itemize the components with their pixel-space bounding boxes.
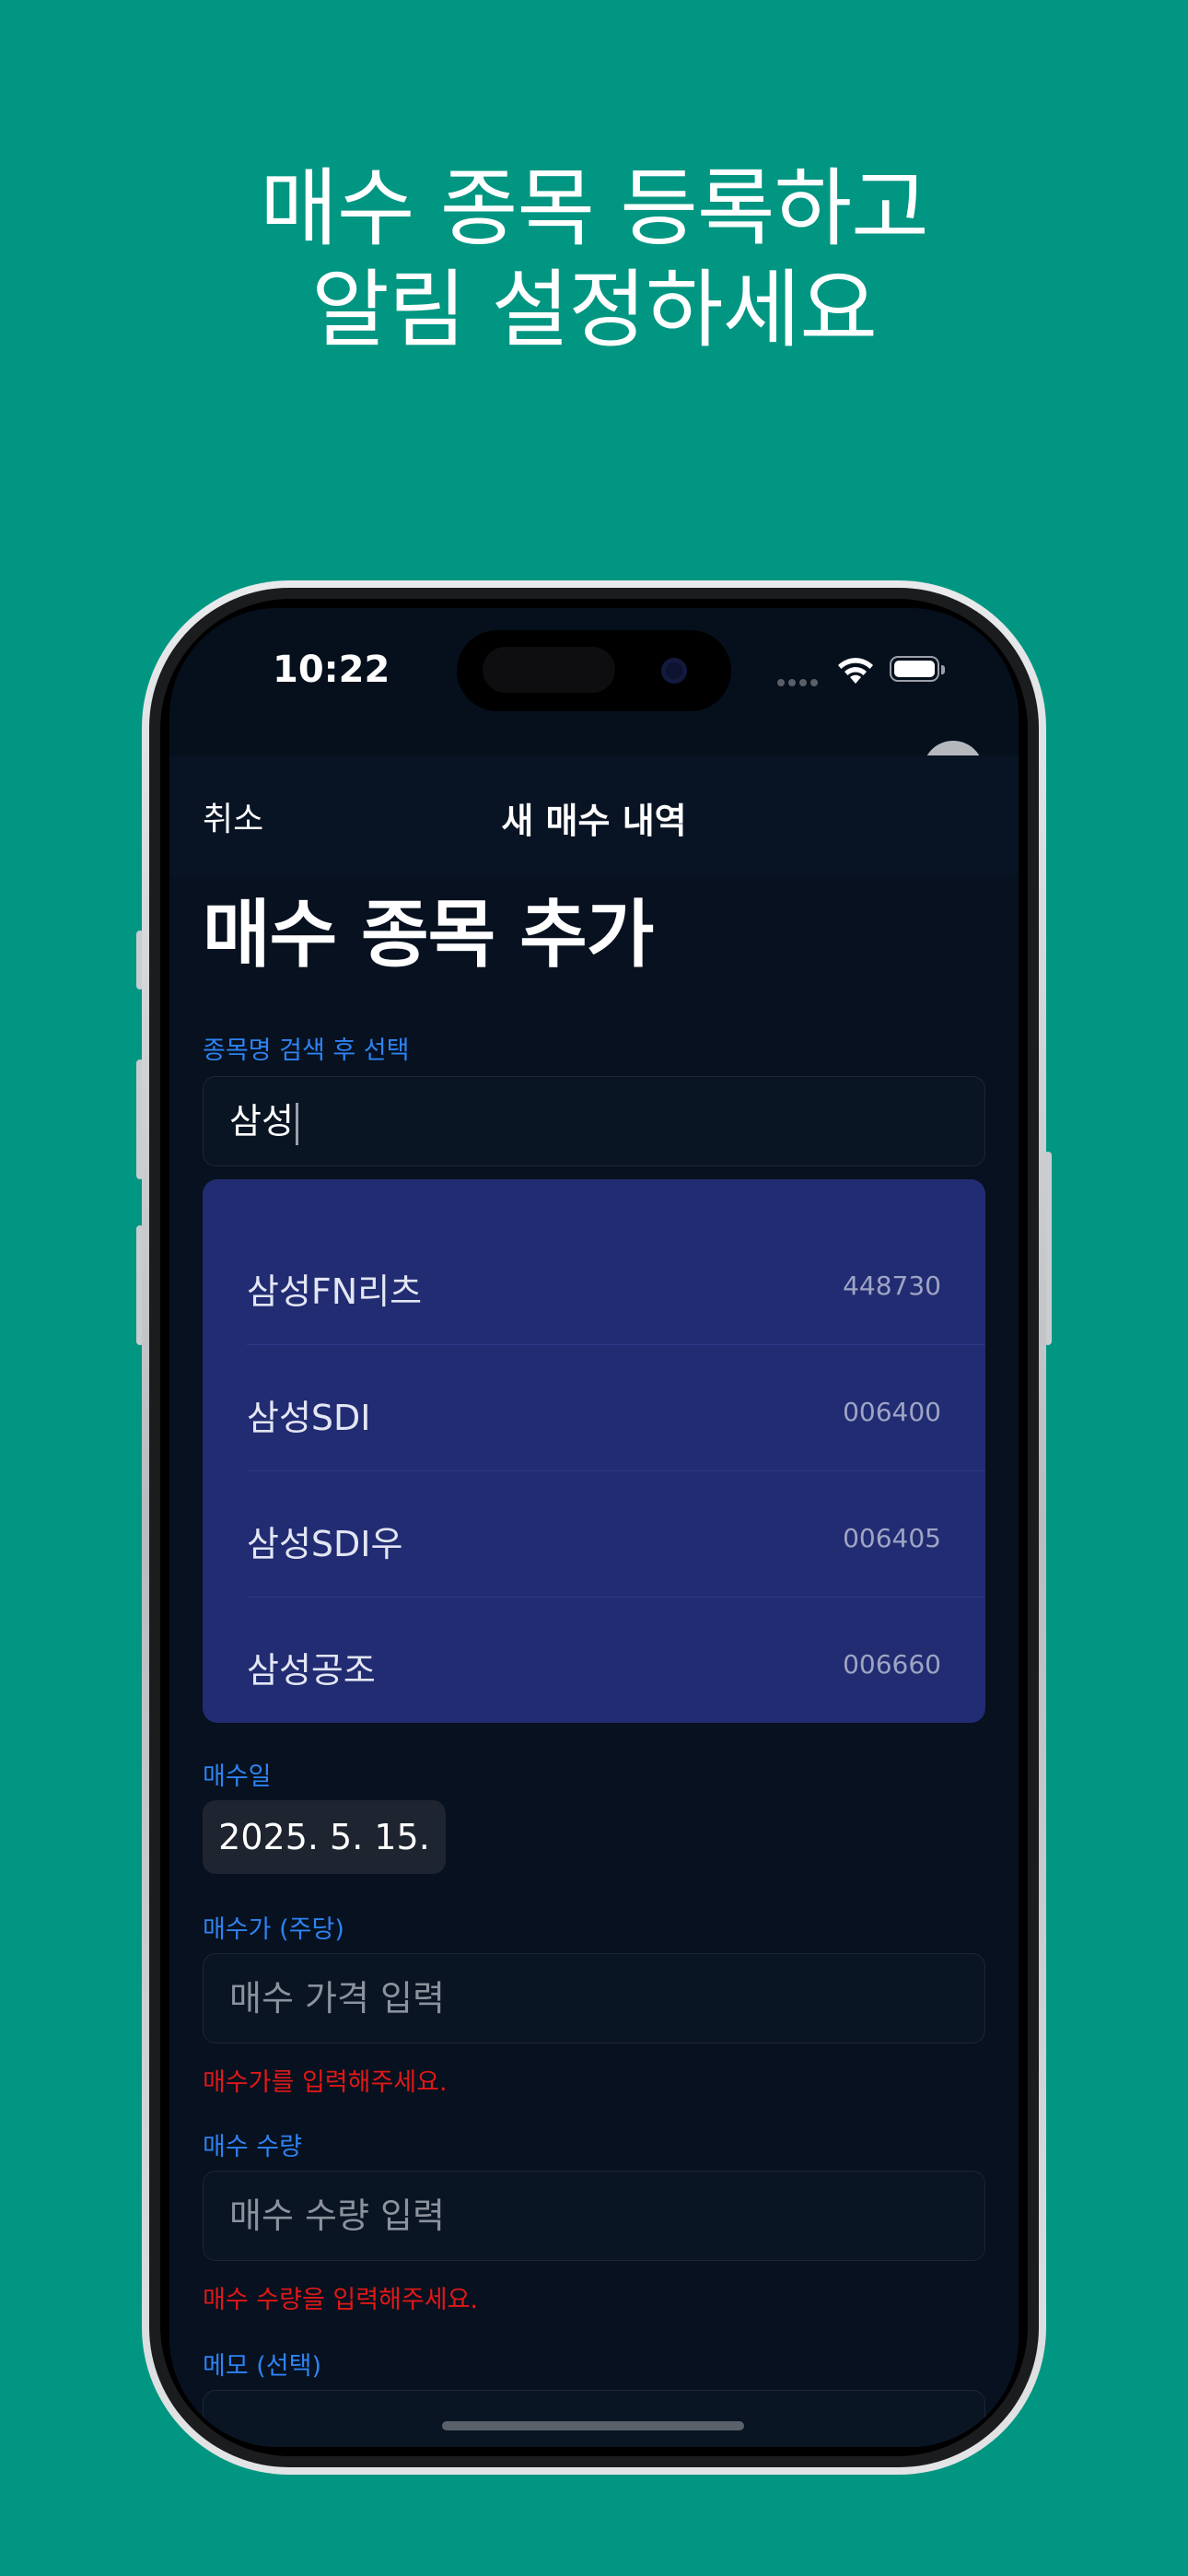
purchase-date-picker[interactable]: 2025. 5. 15. bbox=[203, 1800, 446, 1874]
form-layer: 종목명 검색 후 선택 삼성 삼성FN리츠 448730 삼성SDI 00640… bbox=[169, 608, 1019, 2447]
memo-label: 메모 (선택) bbox=[203, 2352, 322, 2381]
suggestion-code: 006400 bbox=[843, 1397, 941, 1427]
headline-line-1: 매수 종목 등록하고 bbox=[260, 159, 929, 258]
quantity-error-message: 매수 수량을 입력해주세요. bbox=[203, 2286, 478, 2314]
quantity-input[interactable]: 매수 수량 입력 bbox=[203, 2171, 985, 2261]
suggestion-item[interactable]: 삼성SDI 006400 bbox=[203, 1345, 985, 1471]
suggestion-list: 삼성FN리츠 448730 삼성SDI 006400 삼성SDI우 006405… bbox=[203, 1179, 985, 1723]
price-error-message: 매수가를 입력해주세요. bbox=[203, 2068, 448, 2097]
price-placeholder: 매수 가격 입력 bbox=[229, 1978, 445, 2019]
suggestion-code: 006405 bbox=[843, 1523, 941, 1553]
date-label: 매수일 bbox=[203, 1762, 272, 1791]
home-indicator[interactable] bbox=[442, 2421, 744, 2430]
suggestion-item[interactable]: 삼성SDI우 006405 bbox=[203, 1471, 985, 1598]
suggestion-name: 삼성FN리츠 bbox=[247, 1271, 423, 1312]
price-input[interactable]: 매수 가격 입력 bbox=[203, 1953, 985, 2043]
suggestion-name: 삼성SDI bbox=[247, 1398, 371, 1438]
search-input-value: 삼성 bbox=[229, 1101, 294, 1142]
suggestion-name: 삼성공조 bbox=[247, 1650, 376, 1691]
suggestion-item[interactable]: 삼성공조 006660 bbox=[203, 1598, 985, 1724]
promo-headline: 매수 종목 등록하고 알림 설정하세요 bbox=[0, 158, 1188, 361]
price-label: 매수가 (주당) bbox=[203, 1915, 344, 1944]
promo-page: 매수 종목 등록하고 알림 설정하세요 10:22 취소 새 매수 내역 매수 … bbox=[0, 0, 1188, 2576]
search-label: 종목명 검색 후 선택 bbox=[203, 1036, 410, 1065]
stock-search-input[interactable]: 삼성 bbox=[203, 1076, 985, 1166]
quantity-placeholder: 매수 수량 입력 bbox=[229, 2195, 445, 2236]
suggestion-code: 448730 bbox=[843, 1270, 941, 1301]
suggestion-code: 006660 bbox=[843, 1649, 941, 1680]
headline-line-2: 알림 설정하세요 bbox=[311, 261, 878, 359]
memo-input[interactable] bbox=[203, 2390, 985, 2447]
suggestion-name: 삼성SDI우 bbox=[247, 1524, 403, 1564]
suggestion-item[interactable]: 삼성FN리츠 448730 bbox=[203, 1219, 985, 1345]
text-caret bbox=[295, 1102, 298, 1145]
quantity-label: 매수 수량 bbox=[203, 2133, 302, 2161]
